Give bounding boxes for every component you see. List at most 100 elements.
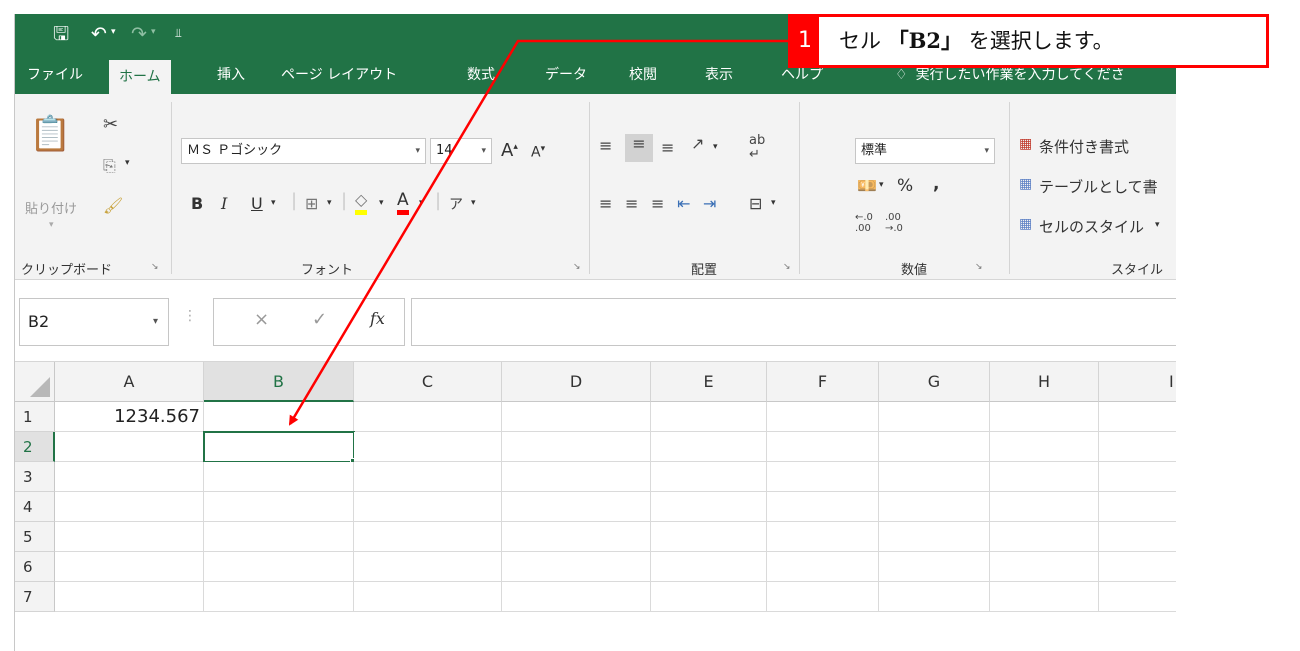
cell-d4[interactable] [502,492,651,522]
tab-home[interactable]: ホーム [109,60,171,94]
format-as-table-icon[interactable]: ▦ [1019,176,1032,192]
clipboard-launcher-icon[interactable]: ↘ [151,262,159,272]
align-bottom-icon[interactable]: ≡ [661,138,674,157]
font-color-button[interactable]: A [397,190,409,215]
font-name-select[interactable]: ＭＳ Ｐゴシック ▾ [181,138,426,164]
cell-d7[interactable] [502,582,651,612]
cell-b4[interactable] [204,492,354,522]
cell-h7[interactable] [990,582,1099,612]
cell-h5[interactable] [990,522,1099,552]
alignment-launcher-icon[interactable]: ↘ [783,262,791,272]
font-color-dropdown-icon[interactable]: ▾ [419,198,424,208]
formula-bar-grip[interactable]: ⋮ [183,308,197,324]
cell-c2[interactable] [354,432,502,462]
cell-f7[interactable] [767,582,879,612]
paste-label[interactable]: 貼り付け [25,198,77,217]
cell-a5[interactable] [55,522,204,552]
cell-f1[interactable] [767,402,879,432]
column-header-c[interactable]: C [354,362,502,402]
row-header-1[interactable]: 1 [15,402,55,432]
align-middle-icon[interactable]: ≡ [625,134,653,162]
row-header-7[interactable]: 7 [15,582,55,612]
row-header-4[interactable]: 4 [15,492,55,522]
cell-b5[interactable] [204,522,354,552]
cell-c7[interactable] [354,582,502,612]
merge-dropdown-icon[interactable]: ▾ [771,198,776,208]
font-size-select[interactable]: 14 ▾ [430,138,492,164]
tab-insert[interactable]: 挿入 [217,56,245,94]
cell-a2[interactable] [55,432,204,462]
cell-h6[interactable] [990,552,1099,582]
cell-f6[interactable] [767,552,879,582]
cell-e2[interactable] [651,432,767,462]
cancel-button[interactable]: × [254,309,269,330]
cell-c1[interactable] [354,402,502,432]
tab-file[interactable]: ファイル [27,56,83,94]
cell-b7[interactable] [204,582,354,612]
cell-e4[interactable] [651,492,767,522]
cell-g7[interactable] [879,582,990,612]
wrap-text-icon[interactable]: ab ↵ [749,134,765,162]
cell-b3[interactable] [204,462,354,492]
cell-styles-icon[interactable]: ▦ [1019,216,1032,232]
phonetic-dropdown-icon[interactable]: ▾ [471,198,476,208]
grow-font-button[interactable]: A▴ [501,140,518,161]
cell-styles-dropdown-icon[interactable]: ▾ [1155,220,1160,230]
underline-button[interactable]: U [251,194,263,213]
comma-style-button[interactable]: , [933,174,939,194]
cell-f5[interactable] [767,522,879,552]
orientation-icon[interactable]: ↗ [691,134,704,153]
cell-d5[interactable] [502,522,651,552]
cell-g2[interactable] [879,432,990,462]
cell-c4[interactable] [354,492,502,522]
format-painter-icon[interactable]: 🖌 [103,196,123,215]
cut-icon[interactable]: ✂ [103,114,118,135]
italic-button[interactable]: I [221,194,227,213]
cell-d1[interactable] [502,402,651,432]
cell-h3[interactable] [990,462,1099,492]
tab-data[interactable]: データ [545,56,587,94]
cell-i5[interactable] [1099,522,1176,552]
cell-c5[interactable] [354,522,502,552]
increase-decimal-icon[interactable]: ←.0.00 [855,212,873,234]
customize-qat-icon[interactable]: ⫫ [175,26,182,41]
cell-g5[interactable] [879,522,990,552]
bold-button[interactable]: B [191,194,203,213]
row-header-2[interactable]: 2 [15,432,55,462]
align-right-icon[interactable]: ≡ [651,194,664,213]
font-launcher-icon[interactable]: ↘ [573,262,581,272]
format-as-table-button[interactable]: テーブルとして書 [1039,176,1158,197]
row-header-5[interactable]: 5 [15,522,55,552]
orientation-dropdown-icon[interactable]: ▾ [713,142,718,152]
paste-icon[interactable]: 📋 [29,114,71,154]
cell-i3[interactable] [1099,462,1176,492]
cell-a4[interactable] [55,492,204,522]
conditional-formatting-button[interactable]: 条件付き書式 [1039,136,1129,157]
column-header-f[interactable]: F [767,362,879,402]
cell-d6[interactable] [502,552,651,582]
undo-dropdown-icon[interactable]: ▾ [111,27,116,37]
cell-h2[interactable] [990,432,1099,462]
select-all-button[interactable] [15,362,55,402]
cell-g6[interactable] [879,552,990,582]
cell-b6[interactable] [204,552,354,582]
tab-review[interactable]: 校閲 [629,56,657,94]
cell-e6[interactable] [651,552,767,582]
accounting-dropdown-icon[interactable]: ▾ [879,180,884,190]
number-format-select[interactable]: 標準 ▾ [855,138,995,164]
accounting-format-icon[interactable]: 💴 [857,176,877,195]
merge-center-icon[interactable]: ⊟ [749,194,762,213]
conditional-formatting-icon[interactable]: ▦ [1019,136,1032,152]
tab-formulas[interactable]: 数式 [467,56,495,94]
copy-icon[interactable]: ⎘ [103,156,116,176]
cell-e5[interactable] [651,522,767,552]
cell-e3[interactable] [651,462,767,492]
cell-a1[interactable]: 1234.567 [55,402,204,432]
cell-e7[interactable] [651,582,767,612]
fill-color-icon[interactable]: ◇ [355,190,368,215]
fill-color-dropdown-icon[interactable]: ▾ [379,198,384,208]
cell-g3[interactable] [879,462,990,492]
borders-icon[interactable]: ⊞ [305,194,318,213]
phonetic-guide-icon[interactable]: ア [449,194,463,214]
cell-f3[interactable] [767,462,879,492]
